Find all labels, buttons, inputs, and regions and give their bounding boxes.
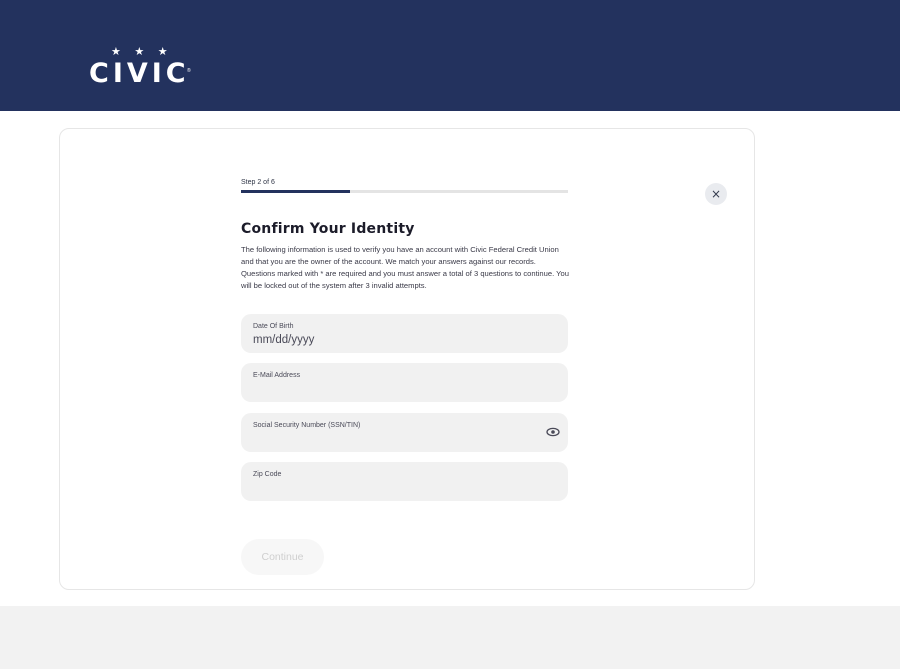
ssn-field[interactable]: Social Security Number (SSN/TIN): [241, 413, 568, 452]
step-indicator: Step 2 of 6: [241, 179, 275, 186]
close-button[interactable]: ×: [705, 183, 727, 205]
email-field[interactable]: E-Mail Address: [241, 363, 568, 402]
date-of-birth-label: Date Of Birth: [253, 323, 294, 330]
progress-bar-fill: [241, 190, 350, 193]
close-icon: ×: [710, 187, 722, 201]
eye-icon[interactable]: [546, 427, 560, 437]
continue-button[interactable]: Continue: [241, 539, 324, 575]
civic-logo[interactable]: ★ ★ ★ CIVIC ®: [89, 46, 193, 92]
page-title: Confirm Your Identity: [241, 221, 415, 237]
page-description: The following information is used to ver…: [241, 245, 569, 290]
footer-band: [0, 606, 900, 669]
zip-code-input[interactable]: [253, 480, 533, 496]
zip-code-field[interactable]: Zip Code: [241, 462, 568, 501]
logo-stars: ★ ★ ★: [111, 45, 173, 58]
ssn-label: Social Security Number (SSN/TIN): [253, 422, 361, 429]
date-of-birth-input[interactable]: [253, 332, 533, 348]
progress-bar: [241, 190, 568, 193]
ssn-input[interactable]: [253, 431, 533, 447]
date-of-birth-field[interactable]: Date Of Birth: [241, 314, 568, 353]
email-label: E-Mail Address: [253, 372, 301, 379]
site-header: ★ ★ ★ CIVIC ®: [0, 0, 900, 111]
logo-wordmark: CIVIC: [89, 58, 190, 89]
email-input[interactable]: [253, 381, 533, 397]
zip-code-label: Zip Code: [253, 471, 282, 478]
logo-registered-mark: ®: [187, 68, 191, 74]
identity-card: × Step 2 of 6 Confirm Your Identity The …: [59, 128, 755, 590]
